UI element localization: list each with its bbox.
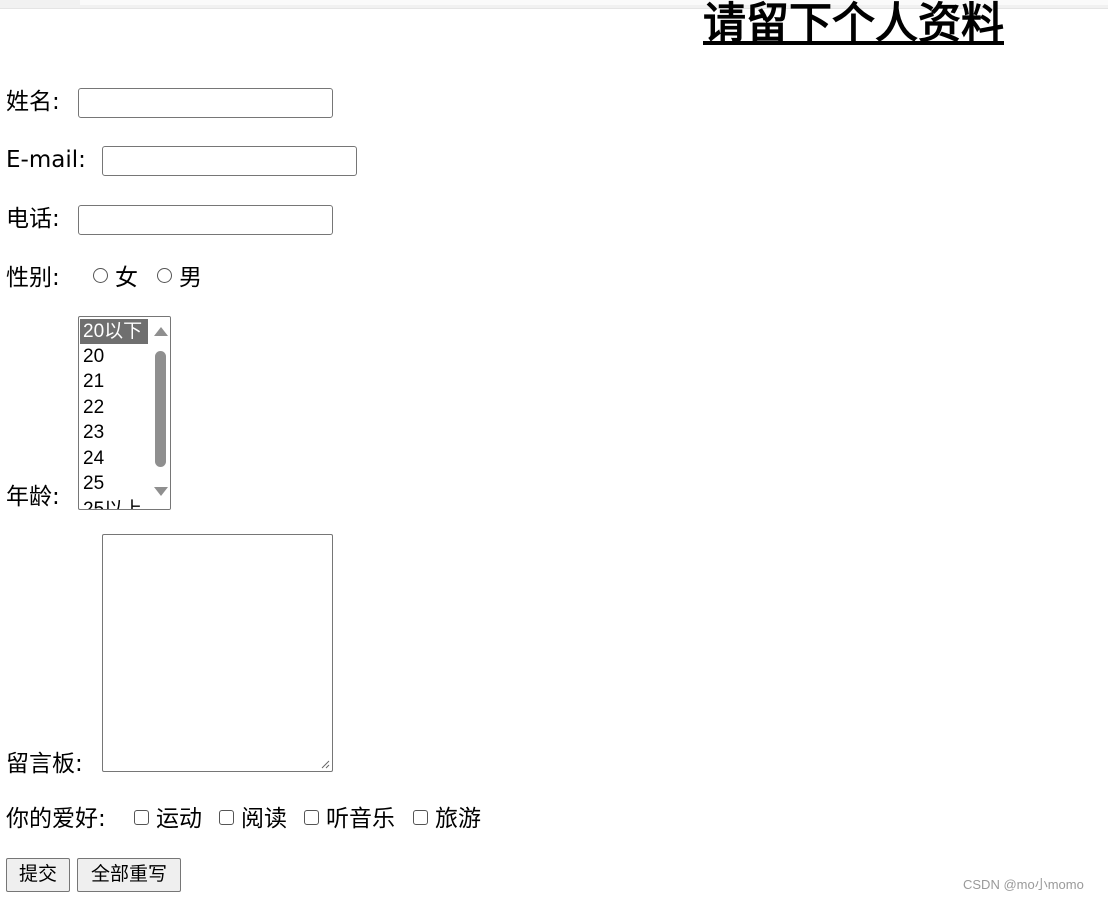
hobby-option-label: 旅游	[435, 806, 481, 832]
phone-input[interactable]	[78, 205, 333, 235]
gender-radio-female[interactable]	[93, 268, 108, 283]
phone-label: 电话:	[6, 206, 60, 232]
scroll-down-arrow-icon[interactable]	[154, 487, 168, 496]
age-option[interactable]: 24	[80, 446, 148, 471]
gender-option-female-label: 女	[115, 265, 138, 291]
watermark: CSDN @mo小momo	[963, 877, 1084, 892]
scroll-up-arrow-icon[interactable]	[154, 327, 168, 336]
age-listbox[interactable]: 20以下 20 21 22 23 24 25 25以上	[78, 316, 171, 510]
email-input[interactable]	[102, 146, 357, 176]
age-label: 年龄:	[6, 484, 60, 510]
gender-option-male-label: 男	[179, 265, 202, 291]
age-listbox-scrollbar[interactable]	[151, 317, 170, 509]
age-option[interactable]: 25以上	[80, 497, 148, 509]
hobby-checkbox-travel[interactable]	[413, 810, 428, 825]
hobby-option-label: 阅读	[241, 806, 287, 832]
name-input[interactable]	[78, 88, 333, 118]
hobby-label: 你的爱好:	[6, 806, 106, 832]
hobby-option-label: 听音乐	[326, 806, 395, 832]
age-option-selected[interactable]: 20以下	[80, 319, 148, 344]
age-option[interactable]: 22	[80, 395, 148, 420]
email-label: E-mail:	[6, 147, 86, 173]
message-label: 留言板:	[6, 751, 83, 777]
hobby-checkbox-music[interactable]	[304, 810, 319, 825]
scrollbar-thumb[interactable]	[155, 351, 166, 467]
name-label: 姓名:	[6, 89, 60, 115]
page-title: 请留下个人资料	[703, 0, 1004, 49]
resize-grip-icon[interactable]	[320, 759, 330, 769]
hobby-checkbox-sports[interactable]	[134, 810, 149, 825]
hobby-option-label: 运动	[156, 806, 202, 832]
gender-label: 性别:	[6, 265, 60, 291]
submit-button[interactable]: 提交	[6, 858, 70, 892]
reset-button[interactable]: 全部重写	[77, 858, 181, 892]
hobby-checkbox-reading[interactable]	[219, 810, 234, 825]
message-textarea[interactable]	[102, 534, 333, 772]
age-option[interactable]: 23	[80, 420, 148, 445]
age-option[interactable]: 20	[80, 344, 148, 369]
age-option[interactable]: 25	[80, 471, 148, 496]
gender-radio-male[interactable]	[157, 268, 172, 283]
age-option[interactable]: 21	[80, 369, 148, 394]
